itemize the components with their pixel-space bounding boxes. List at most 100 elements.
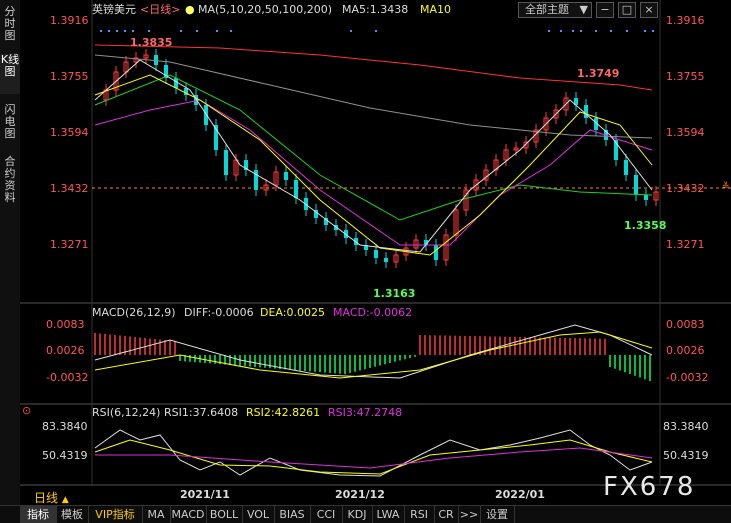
signal-dot xyxy=(610,30,612,32)
annotation-high-2: 1.3749 xyxy=(577,67,619,80)
signal-dot xyxy=(100,30,102,32)
bottom-tab-1[interactable]: 模板 xyxy=(56,506,89,523)
ma10-label: MA10 xyxy=(420,3,451,16)
signal-dot xyxy=(548,30,550,32)
signal-dot xyxy=(148,30,150,32)
price-tick-label: 1.3271 xyxy=(50,238,89,251)
candle-body-down xyxy=(224,150,228,175)
price-tick-label-right: 1.3271 xyxy=(666,238,705,251)
time-tick-label: 2022/01 xyxy=(495,488,545,501)
bottom-tab-4[interactable]: MACD xyxy=(170,506,207,523)
annotation-low-1: 1.3163 xyxy=(373,287,415,300)
signal-dot xyxy=(216,30,218,32)
price-tick-label: 1.3432 xyxy=(50,182,89,195)
ma-params: MA(5,10,20,50,100,200) xyxy=(198,3,332,16)
theme-select[interactable]: 全部主题 ▼ xyxy=(518,2,592,18)
chevron-down-icon: ▼ xyxy=(579,3,588,16)
tab-kline-chart[interactable]: K线图 xyxy=(0,54,20,94)
settings-dot-icon[interactable]: ● xyxy=(185,3,195,16)
candle-body-down xyxy=(434,245,438,260)
signal-dot xyxy=(644,30,646,32)
bottom-tab-7[interactable]: BIAS xyxy=(274,506,311,523)
price-tick-label: 1.3755 xyxy=(50,70,89,83)
macd-tick-label: -0.0032 xyxy=(46,371,88,384)
candle-body-down xyxy=(384,258,388,262)
signal-dot xyxy=(572,30,574,32)
candle-body-down xyxy=(644,195,648,200)
price-tick-label-right: 1.3755 xyxy=(666,70,705,83)
macd-tick-label-right: -0.0032 xyxy=(666,371,708,384)
signal-dot xyxy=(652,30,654,32)
bottom-tab-9[interactable]: KDJ xyxy=(342,506,373,523)
candle-body-down xyxy=(634,175,638,195)
macd-tick-label-right: 0.0026 xyxy=(666,344,705,357)
candle-body-down xyxy=(374,250,378,258)
signal-dot xyxy=(116,30,118,32)
tab-label: 合约资料 xyxy=(4,155,16,204)
restore-button[interactable]: □ xyxy=(618,2,636,18)
signal-dot xyxy=(180,30,182,32)
macd-dea: DEA:0.0025 xyxy=(260,306,325,319)
close-button[interactable]: × xyxy=(640,2,658,18)
tab-time-chart[interactable]: 分时图 xyxy=(0,6,20,42)
minus-icon: − xyxy=(600,3,610,16)
annotation-high-1: 1.3835 xyxy=(130,36,172,49)
chart-canvas[interactable]: 英镑美元 <日线> ● MA(5,10,20,50,100,200) MA5:1… xyxy=(20,0,731,505)
signal-dot xyxy=(124,30,126,32)
time-tick-label: 2021/11 xyxy=(180,488,230,501)
bottom-tab-3[interactable]: MA xyxy=(142,506,171,523)
macd-tick-label-right: 0.0083 xyxy=(666,318,705,331)
ma5-value: MA5:1.3438 xyxy=(342,3,408,16)
signal-dot xyxy=(595,30,597,32)
macd-tick-label: 0.0026 xyxy=(46,344,85,357)
rsi-title: RSI(6,12,24) xyxy=(92,406,160,419)
signal-dot xyxy=(230,30,232,32)
price-tick-label-right: 1.3594 xyxy=(666,126,705,139)
period-switch[interactable]: 日线 ▲ xyxy=(34,489,69,506)
chart-area[interactable]: 英镑美元 <日线> ● MA(5,10,20,50,100,200) MA5:1… xyxy=(20,0,731,505)
bottom-tab-12[interactable]: CR xyxy=(434,506,459,523)
bottom-tab-2[interactable]: VIP指标 xyxy=(88,506,143,523)
tab-flash-chart[interactable]: 闪电图 xyxy=(0,104,20,140)
tab-label: 分时图 xyxy=(4,5,16,42)
candle-body-down xyxy=(294,180,298,198)
symbol-name: 英镑美元 xyxy=(92,2,136,16)
bottom-tab-13[interactable]: >> xyxy=(458,506,481,523)
theme-select-label: 全部主题 xyxy=(525,3,569,16)
rsi-tick-label: 50.4319 xyxy=(42,449,88,462)
signal-dot xyxy=(375,30,377,32)
tab-contract-info[interactable]: 合约资料 xyxy=(0,156,20,206)
signal-dot xyxy=(560,30,562,32)
macd-value: MACD:-0.0062 xyxy=(333,306,412,319)
candle-body-down xyxy=(284,172,288,180)
bottom-tab-0[interactable]: 指标 xyxy=(20,506,57,523)
minimize-button[interactable]: − xyxy=(596,2,614,18)
left-sidebar: 分时图 K线图 闪电图 合约资料 xyxy=(0,0,21,522)
close-icon: × xyxy=(644,3,654,16)
indicator-tab-bar: 指标 模板 VIP指标 MA MACD BOLL VOL BIAS CCI KDJ LWA RSI CR… xyxy=(0,505,731,523)
tab-label: K线图 xyxy=(0,53,20,78)
rsi-settings-icon[interactable]: ⊙ xyxy=(22,404,31,417)
signal-dot xyxy=(626,30,628,32)
price-tick-label-right: 1.3916 xyxy=(666,14,705,27)
macd-title: MACD(26,12,9) xyxy=(92,306,176,319)
macd-diff: DIFF:-0.0006 xyxy=(184,306,254,319)
bottom-tab-8[interactable]: CCI xyxy=(310,506,343,523)
bottom-tab-5[interactable]: BOLL xyxy=(206,506,243,523)
square-icon: □ xyxy=(621,3,633,16)
signal-dot xyxy=(132,30,134,32)
candle-body-down xyxy=(204,105,208,125)
time-tick-label: 2021/12 xyxy=(335,488,385,501)
tab-label: 闪电图 xyxy=(4,103,16,140)
bottom-tab-11[interactable]: RSI xyxy=(404,506,435,523)
macd-tick-label: 0.0083 xyxy=(46,318,85,331)
signal-dot xyxy=(196,30,198,32)
bottom-tab-10[interactable]: LWA xyxy=(372,506,405,523)
bottom-tab-6[interactable]: VOL xyxy=(242,506,275,523)
rsi3-value: RSI3:47.2748 xyxy=(328,406,402,419)
candle-body-down xyxy=(584,105,588,118)
period-title: <日线> xyxy=(140,2,180,16)
price-marker-icon: ≚ xyxy=(722,181,730,192)
bottom-tab-14[interactable]: 设置 xyxy=(480,506,515,523)
candle-body-down xyxy=(154,55,158,65)
